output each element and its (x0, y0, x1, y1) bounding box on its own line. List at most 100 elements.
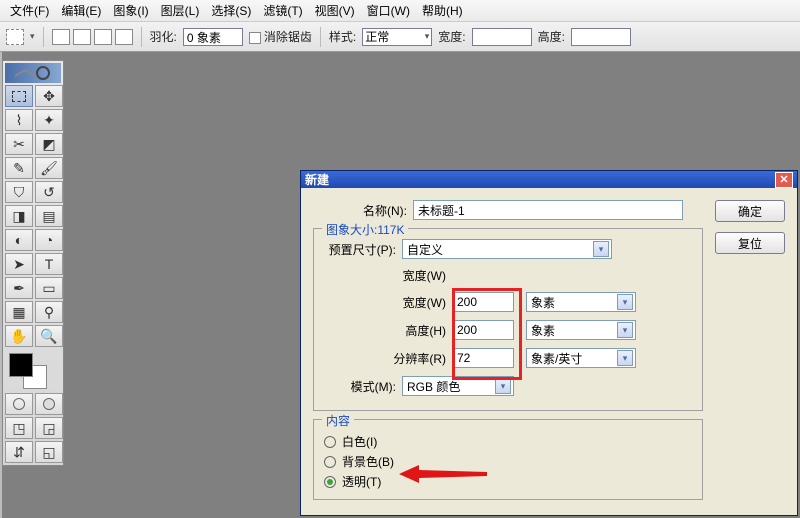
mode-select[interactable]: RGB 颜色▾ (402, 376, 514, 396)
feather-input[interactable]: 0 象素 (183, 28, 243, 46)
quickmask-off[interactable] (5, 393, 33, 415)
gradient-tool[interactable]: ▤ (35, 205, 63, 227)
menu-window[interactable]: 窗口(W) (361, 0, 416, 21)
type-tool[interactable]: T (35, 253, 63, 275)
height-input[interactable] (452, 320, 514, 340)
arrow-annotation-icon (399, 462, 489, 486)
width-input[interactable] (472, 28, 532, 46)
options-bar: ▾ 羽化: 0 象素 消除锯齿 样式: 正常▾ 宽度: 高度: (0, 22, 800, 52)
ok-button[interactable]: 确定 (715, 200, 785, 222)
radio-transparent[interactable]: 透明(T) (324, 473, 692, 490)
move-tool[interactable]: ✥ (35, 85, 63, 107)
slice-tool[interactable]: ◩ (35, 133, 63, 155)
lasso-tool[interactable]: ⌇ (5, 109, 33, 131)
toolbox: ✥ ⌇ ✦ ✂ ◩ ✎ 🖌 ⛉ ↺ ◨ ▤ ◐ ◔ ➤ T ✒ ▭ ▦ ⚲ ✋ … (2, 60, 64, 466)
chevron-down-icon: ▾ (425, 31, 430, 42)
menu-image[interactable]: 图象(I) (107, 0, 154, 21)
wand-tool[interactable]: ✦ (35, 109, 63, 131)
heal-tool[interactable]: ✎ (5, 157, 33, 179)
style-label: 样式: (329, 28, 356, 45)
dialog-body: 名称(N): 图象大小:117K 预置尺寸(P): 自定义▾ 宽度(W) (301, 188, 797, 516)
sel-sub-icon[interactable] (94, 29, 112, 45)
menu-help[interactable]: 帮助(H) (416, 0, 469, 21)
ps-logo-icon (13, 66, 53, 80)
resolution-label: 分辨率(R) (324, 350, 452, 367)
resolution-input[interactable] (452, 348, 514, 368)
brush-tool[interactable]: 🖌 (35, 157, 63, 179)
dodge-tool[interactable]: ◔ (35, 229, 63, 251)
width-input[interactable] (452, 292, 514, 312)
dialog-title: 新建 (305, 171, 329, 188)
reset-button[interactable]: 复位 (715, 232, 785, 254)
fg-color-swatch[interactable] (9, 353, 33, 377)
menu-file[interactable]: 文件(F) (4, 0, 55, 21)
image-size-group: 图象大小:117K 预置尺寸(P): 自定义▾ 宽度(W) 宽度(W) (313, 228, 703, 411)
menu-filter[interactable]: 滤镜(T) (257, 0, 308, 21)
resolution-unit-select[interactable]: 象素/英寸▾ (526, 348, 636, 368)
quickmask-on[interactable] (35, 393, 63, 415)
toolbox-header[interactable] (5, 63, 61, 83)
contents-group: 内容 白色(I) 背景色(B) 透明(T) (313, 419, 703, 500)
blur-tool[interactable]: ◐ (5, 229, 33, 251)
path-select-tool[interactable]: ➤ (5, 253, 33, 275)
antialias-check[interactable]: 消除锯齿 (249, 28, 312, 45)
separator (320, 27, 321, 47)
chevron-down-icon: ▾ (495, 378, 511, 394)
height-label: 高度: (538, 28, 565, 45)
hand-tool[interactable]: ✋ (5, 325, 33, 347)
antialias-label: 消除锯齿 (264, 30, 312, 44)
toolbox-footer: ◳ ◲ ⇵ ◱ (5, 393, 61, 463)
menu-bar: 文件(F) 编辑(E) 图象(I) 图层(L) 选择(S) 滤镜(T) 视图(V… (0, 0, 800, 22)
menu-view[interactable]: 视图(V) (309, 0, 361, 21)
stamp-tool[interactable]: ⛉ (5, 181, 33, 203)
radio-icon (324, 456, 336, 468)
eyedropper-tool[interactable]: ⚲ (35, 301, 63, 323)
name-input[interactable] (413, 200, 683, 220)
radio-white[interactable]: 白色(I) (324, 433, 692, 450)
height-label: 高度(H) (324, 322, 452, 339)
name-label: 名称(N): (313, 202, 413, 219)
tool-preset-dropdown-icon[interactable]: ▾ (30, 31, 35, 42)
chevron-down-icon: ▾ (617, 322, 633, 338)
zoom-tool[interactable]: 🔍 (35, 325, 63, 347)
sel-add-icon[interactable] (73, 29, 91, 45)
dialog-titlebar[interactable]: 新建 ✕ (301, 171, 797, 188)
history-brush-tool[interactable]: ↺ (35, 181, 63, 203)
image-size-legend: 图象大小:117K (322, 221, 408, 238)
menu-select[interactable]: 选择(S) (205, 0, 257, 21)
sel-new-icon[interactable] (52, 29, 70, 45)
pen-tool[interactable]: ✒ (5, 277, 33, 299)
contents-legend: 内容 (322, 412, 354, 429)
width-label: 宽度(W) (324, 267, 452, 284)
notes-tool[interactable]: ▦ (5, 301, 33, 323)
separator (43, 27, 44, 47)
menu-layer[interactable]: 图层(L) (155, 0, 206, 21)
eraser-tool[interactable]: ◨ (5, 205, 33, 227)
chevron-down-icon: ▾ (617, 350, 633, 366)
close-button[interactable]: ✕ (775, 172, 793, 188)
marquee-tool[interactable] (5, 85, 33, 107)
height-input[interactable] (571, 28, 631, 46)
checkbox-icon (249, 32, 261, 44)
new-dialog: 新建 ✕ 名称(N): 图象大小:117K 预置尺寸(P): 自定义▾ 宽度(W… (300, 170, 798, 516)
sel-int-icon[interactable] (115, 29, 133, 45)
height-unit-select[interactable]: 象素▾ (526, 320, 636, 340)
width-label: 宽度: (438, 28, 465, 45)
screen-menu[interactable]: ◱ (35, 441, 63, 463)
feather-label: 羽化: (150, 28, 177, 45)
shape-tool[interactable]: ▭ (35, 277, 63, 299)
selection-mode-group (52, 29, 133, 45)
menu-edit[interactable]: 编辑(E) (55, 0, 107, 21)
crop-tool[interactable]: ✂ (5, 133, 33, 155)
jump-to[interactable]: ⇵ (5, 441, 33, 463)
screen-full[interactable]: ◲ (35, 417, 63, 439)
toolbox-grid: ✥ ⌇ ✦ ✂ ◩ ✎ 🖌 ⛉ ↺ ◨ ▤ ◐ ◔ ➤ T ✒ ▭ ▦ ⚲ ✋ … (5, 85, 61, 347)
screen-standard[interactable]: ◳ (5, 417, 33, 439)
radio-background[interactable]: 背景色(B) (324, 453, 692, 470)
color-swatches (5, 351, 61, 391)
tool-preset-icon[interactable] (6, 29, 24, 45)
width-label: 宽度(W) (324, 294, 452, 311)
width-unit-select[interactable]: 象素▾ (526, 292, 636, 312)
preset-select[interactable]: 自定义▾ (402, 239, 612, 259)
style-select[interactable]: 正常▾ (362, 28, 432, 46)
